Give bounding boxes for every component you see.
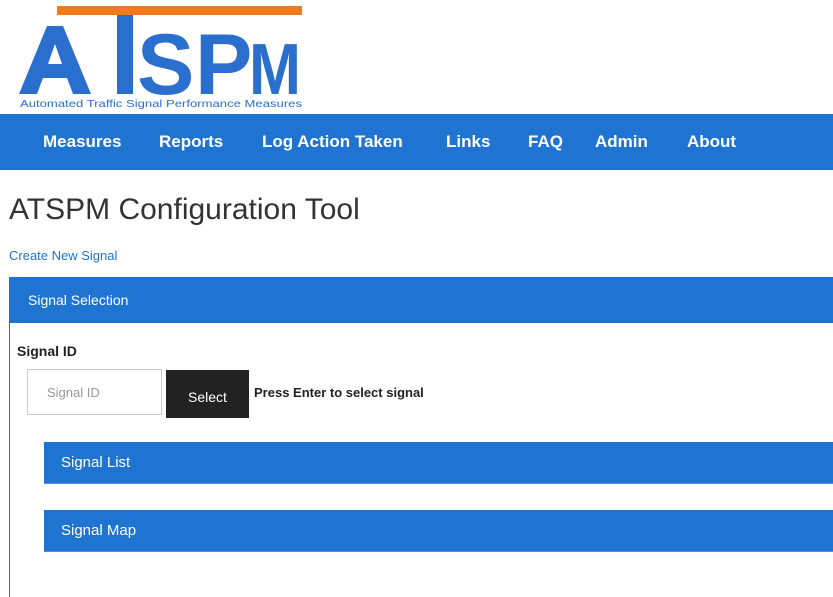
nav-faq[interactable]: FAQ bbox=[528, 114, 563, 170]
main-navbar: Measures Reports Log Action Taken Links … bbox=[0, 114, 833, 170]
nav-admin[interactable]: Admin bbox=[595, 114, 648, 170]
signal-id-input[interactable] bbox=[27, 369, 162, 415]
atspm-logo[interactable]: S P M Automated Traffic Signal Performan… bbox=[17, 6, 303, 110]
logo-tagline: Automated Traffic Signal Performance Mea… bbox=[20, 98, 302, 110]
signal-list-panel-header[interactable]: Signal List bbox=[44, 442, 833, 484]
nav-log-action-taken[interactable]: Log Action Taken bbox=[262, 114, 403, 170]
create-new-signal-link[interactable]: Create New Signal bbox=[9, 248, 117, 263]
signal-selection-header[interactable]: Signal Selection bbox=[10, 277, 833, 323]
select-button[interactable]: Select bbox=[166, 370, 249, 418]
page-title: ATSPM Configuration Tool bbox=[9, 193, 360, 226]
svg-text:S: S bbox=[137, 17, 194, 110]
svg-text:P: P bbox=[195, 17, 252, 110]
signal-id-label: Signal ID bbox=[17, 343, 77, 359]
nav-reports[interactable]: Reports bbox=[159, 114, 223, 170]
logo-orange-bar bbox=[57, 6, 302, 15]
logo-letter-t-stem bbox=[117, 15, 133, 94]
nav-measures[interactable]: Measures bbox=[43, 114, 121, 170]
signal-map-panel-header[interactable]: Signal Map bbox=[44, 510, 833, 552]
select-hint-text: Press Enter to select signal bbox=[254, 385, 424, 400]
nav-links[interactable]: Links bbox=[446, 114, 490, 170]
nav-about[interactable]: About bbox=[687, 114, 736, 170]
